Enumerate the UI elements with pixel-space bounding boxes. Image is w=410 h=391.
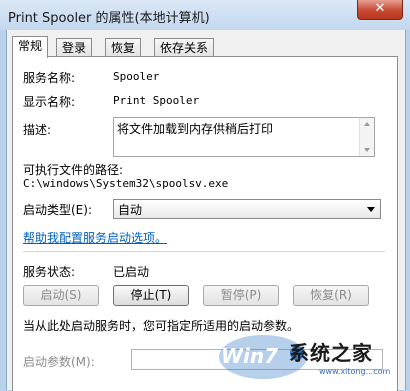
tab-general[interactable]: 常规	[12, 36, 49, 58]
status-value: 已启动	[113, 265, 150, 279]
display-name-value: Print Spooler	[113, 94, 200, 107]
description-scrollbar[interactable]	[359, 118, 374, 156]
win7-text: Win7	[221, 344, 278, 368]
stop-button[interactable]: 停止(T)	[113, 285, 189, 306]
status-label: 服务状态:	[23, 265, 76, 279]
service-name-label: 服务名称:	[23, 71, 76, 85]
exe-path-value: C:\windows\System32\spoolsv.exe	[23, 177, 229, 190]
display-name-label: 显示名称:	[23, 95, 76, 109]
tab-logon-label: 登录	[62, 41, 87, 55]
tab-recovery[interactable]: 恢复	[105, 38, 142, 57]
start-params-label: 启动参数(M):	[23, 355, 95, 369]
window-title: Print Spooler 的属性(本地计算机)	[8, 11, 210, 26]
close-button[interactable]: ✕	[357, 0, 403, 20]
help-link[interactable]: 帮助我配置服务启动选项。	[23, 229, 167, 246]
exe-path-label: 可执行文件的路径:	[23, 163, 124, 177]
description-box[interactable]: 将文件加载到内存供稍后打印	[113, 117, 375, 157]
scroll-down-icon[interactable]	[364, 148, 370, 152]
divider	[23, 251, 385, 252]
tab-recovery-label: 恢复	[111, 41, 136, 55]
tab-dependencies-label: 依存关系	[160, 41, 209, 55]
startup-type-select[interactable]: 自动	[113, 199, 381, 219]
pause-button[interactable]: 暂停(P)	[203, 285, 279, 306]
tab-dependencies[interactable]: 依存关系	[154, 38, 215, 57]
close-icon: ✕	[374, 1, 386, 16]
tab-logon[interactable]: 登录	[56, 38, 93, 57]
scroll-up-icon[interactable]	[364, 122, 370, 126]
startup-type-value: 自动	[118, 203, 143, 217]
description-text: 将文件加载到内存供稍后打印	[117, 122, 274, 136]
watermark-text: 系统之家	[289, 341, 373, 365]
chevron-down-icon	[367, 207, 375, 212]
tab-general-label: 常规	[18, 39, 43, 53]
description-label: 描述:	[23, 123, 52, 137]
resume-button[interactable]: 恢复(R)	[293, 285, 369, 306]
service-name-value: Spooler	[113, 70, 160, 83]
start-button[interactable]: 启动(S)	[23, 285, 99, 306]
watermark-logo: Win7 系统之家 www.xitong...com	[215, 323, 405, 385]
watermark-url: www.xitong...com	[319, 367, 391, 376]
startup-type-label: 启动类型(E):	[23, 203, 92, 217]
title-bar: Print Spooler 的属性(本地计算机) ✕	[0, 0, 410, 30]
